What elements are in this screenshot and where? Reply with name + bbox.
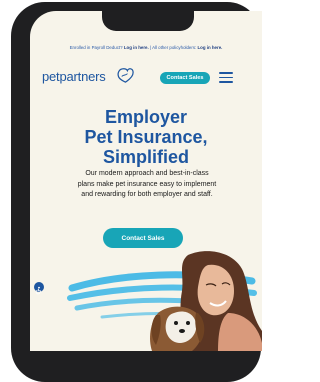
petpartners-logo[interactable]: petpartners: [42, 69, 106, 84]
hero-title-line: Employer: [104, 107, 188, 127]
phone-frame: Enrolled in Payroll Deduct? Log in here.…: [11, 2, 262, 382]
policyholder-login-link[interactable]: Log in here.: [197, 45, 222, 50]
hero-description: Our modern approach and best-in-class pl…: [54, 169, 240, 201]
notice-prefix: Enrolled in Payroll Deduct?: [69, 45, 123, 50]
hero-description-line: and rewarding for both employer and staf…: [81, 191, 213, 198]
header-contact-sales-button[interactable]: Contact Sales: [160, 72, 210, 84]
accessibility-icon: [35, 286, 42, 295]
paw-heart-logo-icon: [117, 68, 134, 83]
hero-title-line: Simplified: [102, 147, 189, 167]
phone-screen: Enrolled in Payroll Deduct? Log in here.…: [30, 11, 262, 351]
hero-description-line: plans make pet insurance easy to impleme…: [77, 180, 217, 188]
accessibility-button[interactable]: [34, 282, 44, 295]
hero-title: Employer Pet Insurance, Simplified: [30, 107, 262, 167]
site-header: petpartners Contact Sales: [30, 61, 262, 93]
hero-description-line: Our modern approach and best-in-class: [85, 170, 209, 177]
hero-title-line: Pet Insurance,: [84, 127, 208, 147]
woman-with-puppy-photo: [150, 251, 262, 351]
login-notice-bar: Enrolled in Payroll Deduct? Log in here.…: [30, 45, 262, 50]
payroll-login-link[interactable]: Log in here.: [124, 45, 149, 50]
hamburger-menu-icon[interactable]: [219, 72, 233, 83]
hero-contact-sales-button[interactable]: Contact Sales: [103, 228, 183, 248]
phone-notch: [102, 11, 194, 31]
notice-middle: | All other policyholders:: [149, 45, 197, 50]
